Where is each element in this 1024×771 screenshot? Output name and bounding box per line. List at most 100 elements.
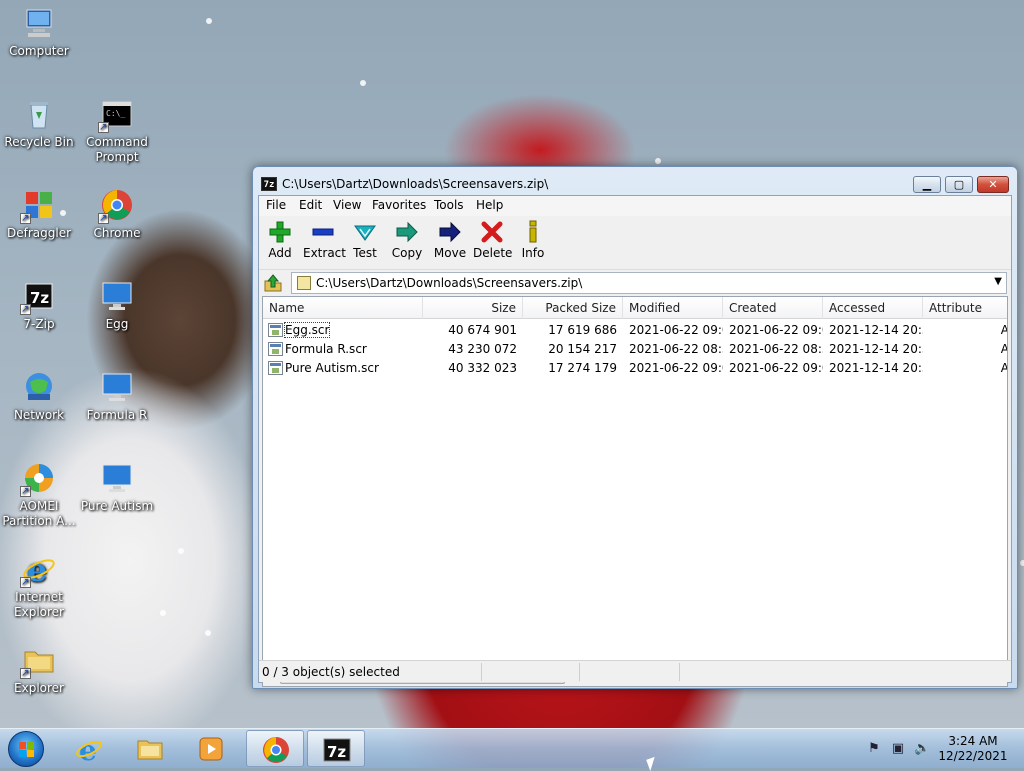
add-button[interactable]: Add — [265, 218, 295, 260]
taskbar-internet-explorer[interactable]: e — [60, 730, 118, 767]
file-size: 40 332 023 — [448, 361, 517, 375]
up-folder-button[interactable] — [263, 273, 283, 293]
menu-tools[interactable]: Tools — [434, 198, 464, 212]
file-row[interactable]: Egg.scr 40 674 901 17 619 686 2021-06-22… — [263, 321, 1007, 340]
column-header-accessed[interactable]: Accessed — [823, 297, 923, 319]
column-header-name[interactable]: Name — [263, 297, 423, 319]
extract-button[interactable]: Extract — [303, 218, 346, 260]
7zip-app-icon[interactable]: 7z — [261, 177, 277, 191]
maximize-icon: ▢ — [953, 178, 965, 191]
desktop-icon-internet-explorer[interactable]: e Internet Explorer — [0, 551, 78, 620]
7zip-icon: 7z — [323, 736, 351, 764]
copy-button[interactable]: Copy — [391, 218, 423, 260]
delete-label: Delete — [473, 246, 513, 260]
taskbar-clock[interactable]: 3:24 AM 12/22/2021 — [938, 734, 1008, 764]
column-header-modified[interactable]: Modified — [623, 297, 723, 319]
shortcut-arrow-icon — [20, 211, 31, 226]
test-label: Test — [353, 246, 377, 260]
plus-icon — [268, 220, 292, 244]
move-button[interactable]: Move — [433, 218, 467, 260]
shortcut-arrow-icon — [98, 120, 109, 135]
address-input[interactable]: C:\Users\Dartz\Downloads\Screensavers.zi… — [291, 272, 1007, 294]
desktop-icon-pure-autism[interactable]: Pure Autism — [78, 461, 156, 514]
7zip-window[interactable]: 7z C:\Users\Dartz\Downloads\Screensavers… — [252, 166, 1018, 689]
desktop-icon-command-prompt[interactable]: C:\_ Command Prompt — [78, 97, 156, 165]
info-icon — [521, 220, 545, 244]
minus-icon — [311, 220, 335, 244]
network-icon — [22, 370, 56, 404]
file-attribute: A — [923, 359, 1007, 378]
menu-view[interactable]: View — [333, 198, 361, 212]
file-row[interactable]: Formula R.scr 43 230 072 20 154 217 2021… — [263, 340, 1007, 359]
menu-edit[interactable]: Edit — [299, 198, 322, 212]
status-bar: 0 / 3 object(s) selected — [259, 660, 1011, 682]
start-button[interactable] — [8, 731, 44, 767]
monitor-icon — [100, 370, 134, 404]
svg-text:e: e — [79, 735, 97, 763]
menu-file[interactable]: File — [266, 198, 286, 212]
snowflake — [655, 158, 661, 164]
menu-bar: File Edit View Favorites Tools Help — [259, 196, 1011, 216]
delete-x-icon — [480, 220, 504, 244]
taskbar-chrome[interactable] — [246, 730, 304, 767]
copy-label: Copy — [391, 246, 423, 260]
delete-button[interactable]: Delete — [473, 218, 513, 260]
action-center-flag-icon[interactable]: ⚑ — [866, 741, 882, 757]
desktop-icon-egg[interactable]: Egg — [78, 279, 156, 332]
desktop-icon-defraggler[interactable]: Defraggler — [0, 188, 78, 241]
file-attribute: A — [923, 321, 1007, 340]
taskbar-windows-explorer[interactable] — [121, 730, 179, 767]
maximize-button[interactable]: ▢ — [945, 176, 973, 193]
chevron-down-icon[interactable]: ▼ — [994, 276, 1002, 287]
file-row[interactable]: Pure Autism.scr 40 332 023 17 274 179 20… — [263, 359, 1007, 378]
desktop-icon-network[interactable]: Network — [0, 370, 78, 423]
minimize-icon: ▁ — [922, 178, 932, 191]
desktop-icon-label: AOMEI Partition A... — [2, 499, 76, 528]
shortcut-arrow-icon — [20, 666, 31, 681]
command-prompt-icon: C:\_ — [98, 97, 134, 135]
svg-text:7z: 7z — [327, 743, 346, 761]
menu-favorites[interactable]: Favorites — [372, 198, 426, 212]
computer-icon — [22, 6, 56, 40]
column-header-created[interactable]: Created — [723, 297, 823, 319]
chrome-icon — [262, 736, 290, 764]
status-divider — [679, 663, 680, 681]
taskbar-media-player[interactable] — [182, 730, 240, 767]
snowflake — [1020, 560, 1024, 566]
column-header-packed-size[interactable]: Packed Size — [523, 297, 623, 319]
info-button[interactable]: Info — [519, 218, 547, 260]
internet-explorer-icon: e — [75, 734, 103, 767]
file-accessed: 2021-12-14 20:31 — [829, 323, 923, 337]
desktop-icon-label: Network — [13, 408, 65, 422]
file-accessed: 2021-12-14 20:31 — [829, 361, 923, 375]
desktop-icon-label: Chrome — [93, 226, 141, 240]
recycle-bin-icon — [22, 97, 56, 131]
menu-help[interactable]: Help — [476, 198, 503, 212]
desktop-icon-label: 7-Zip — [23, 317, 55, 331]
file-created: 2021-06-22 09:04 — [729, 323, 823, 337]
column-header-size[interactable]: Size — [423, 297, 523, 319]
desktop-icon-aomei[interactable]: AOMEI Partition A... — [0, 461, 78, 529]
volume-icon[interactable]: 🔈 — [914, 741, 930, 757]
desktop-icon-chrome[interactable]: Chrome — [78, 188, 156, 241]
window-client-area: File Edit View Favorites Tools Help Add … — [258, 195, 1012, 687]
svg-text:7z: 7z — [30, 289, 49, 307]
desktop-icon-7zip[interactable]: 7z 7-Zip — [0, 279, 78, 332]
minimize-button[interactable]: ▁ — [913, 176, 941, 193]
file-list[interactable]: Name Size Packed Size Modified Created A… — [262, 296, 1008, 687]
close-button[interactable]: ✕ — [977, 176, 1009, 193]
address-bar: C:\Users\Dartz\Downloads\Screensavers.zi… — [259, 269, 1011, 295]
network-status-icon[interactable]: ▣ — [890, 741, 906, 757]
desktop-icon-explorer[interactable]: Explorer — [0, 643, 78, 696]
up-folder-icon — [264, 274, 282, 292]
desktop-icon-recycle-bin[interactable]: Recycle Bin — [0, 97, 78, 150]
desktop-icon-computer[interactable]: Computer — [0, 6, 78, 59]
defraggler-icon — [20, 188, 56, 226]
column-header-attribute[interactable]: Attribute — [923, 297, 1007, 319]
close-icon: ✕ — [988, 178, 998, 191]
shortcut-arrow-icon — [98, 211, 109, 226]
taskbar-7zip[interactable]: 7z — [307, 730, 365, 767]
desktop-icon-formula-r[interactable]: Formula R — [78, 370, 156, 423]
snowflake — [360, 80, 366, 86]
test-button[interactable]: Test — [351, 218, 379, 260]
